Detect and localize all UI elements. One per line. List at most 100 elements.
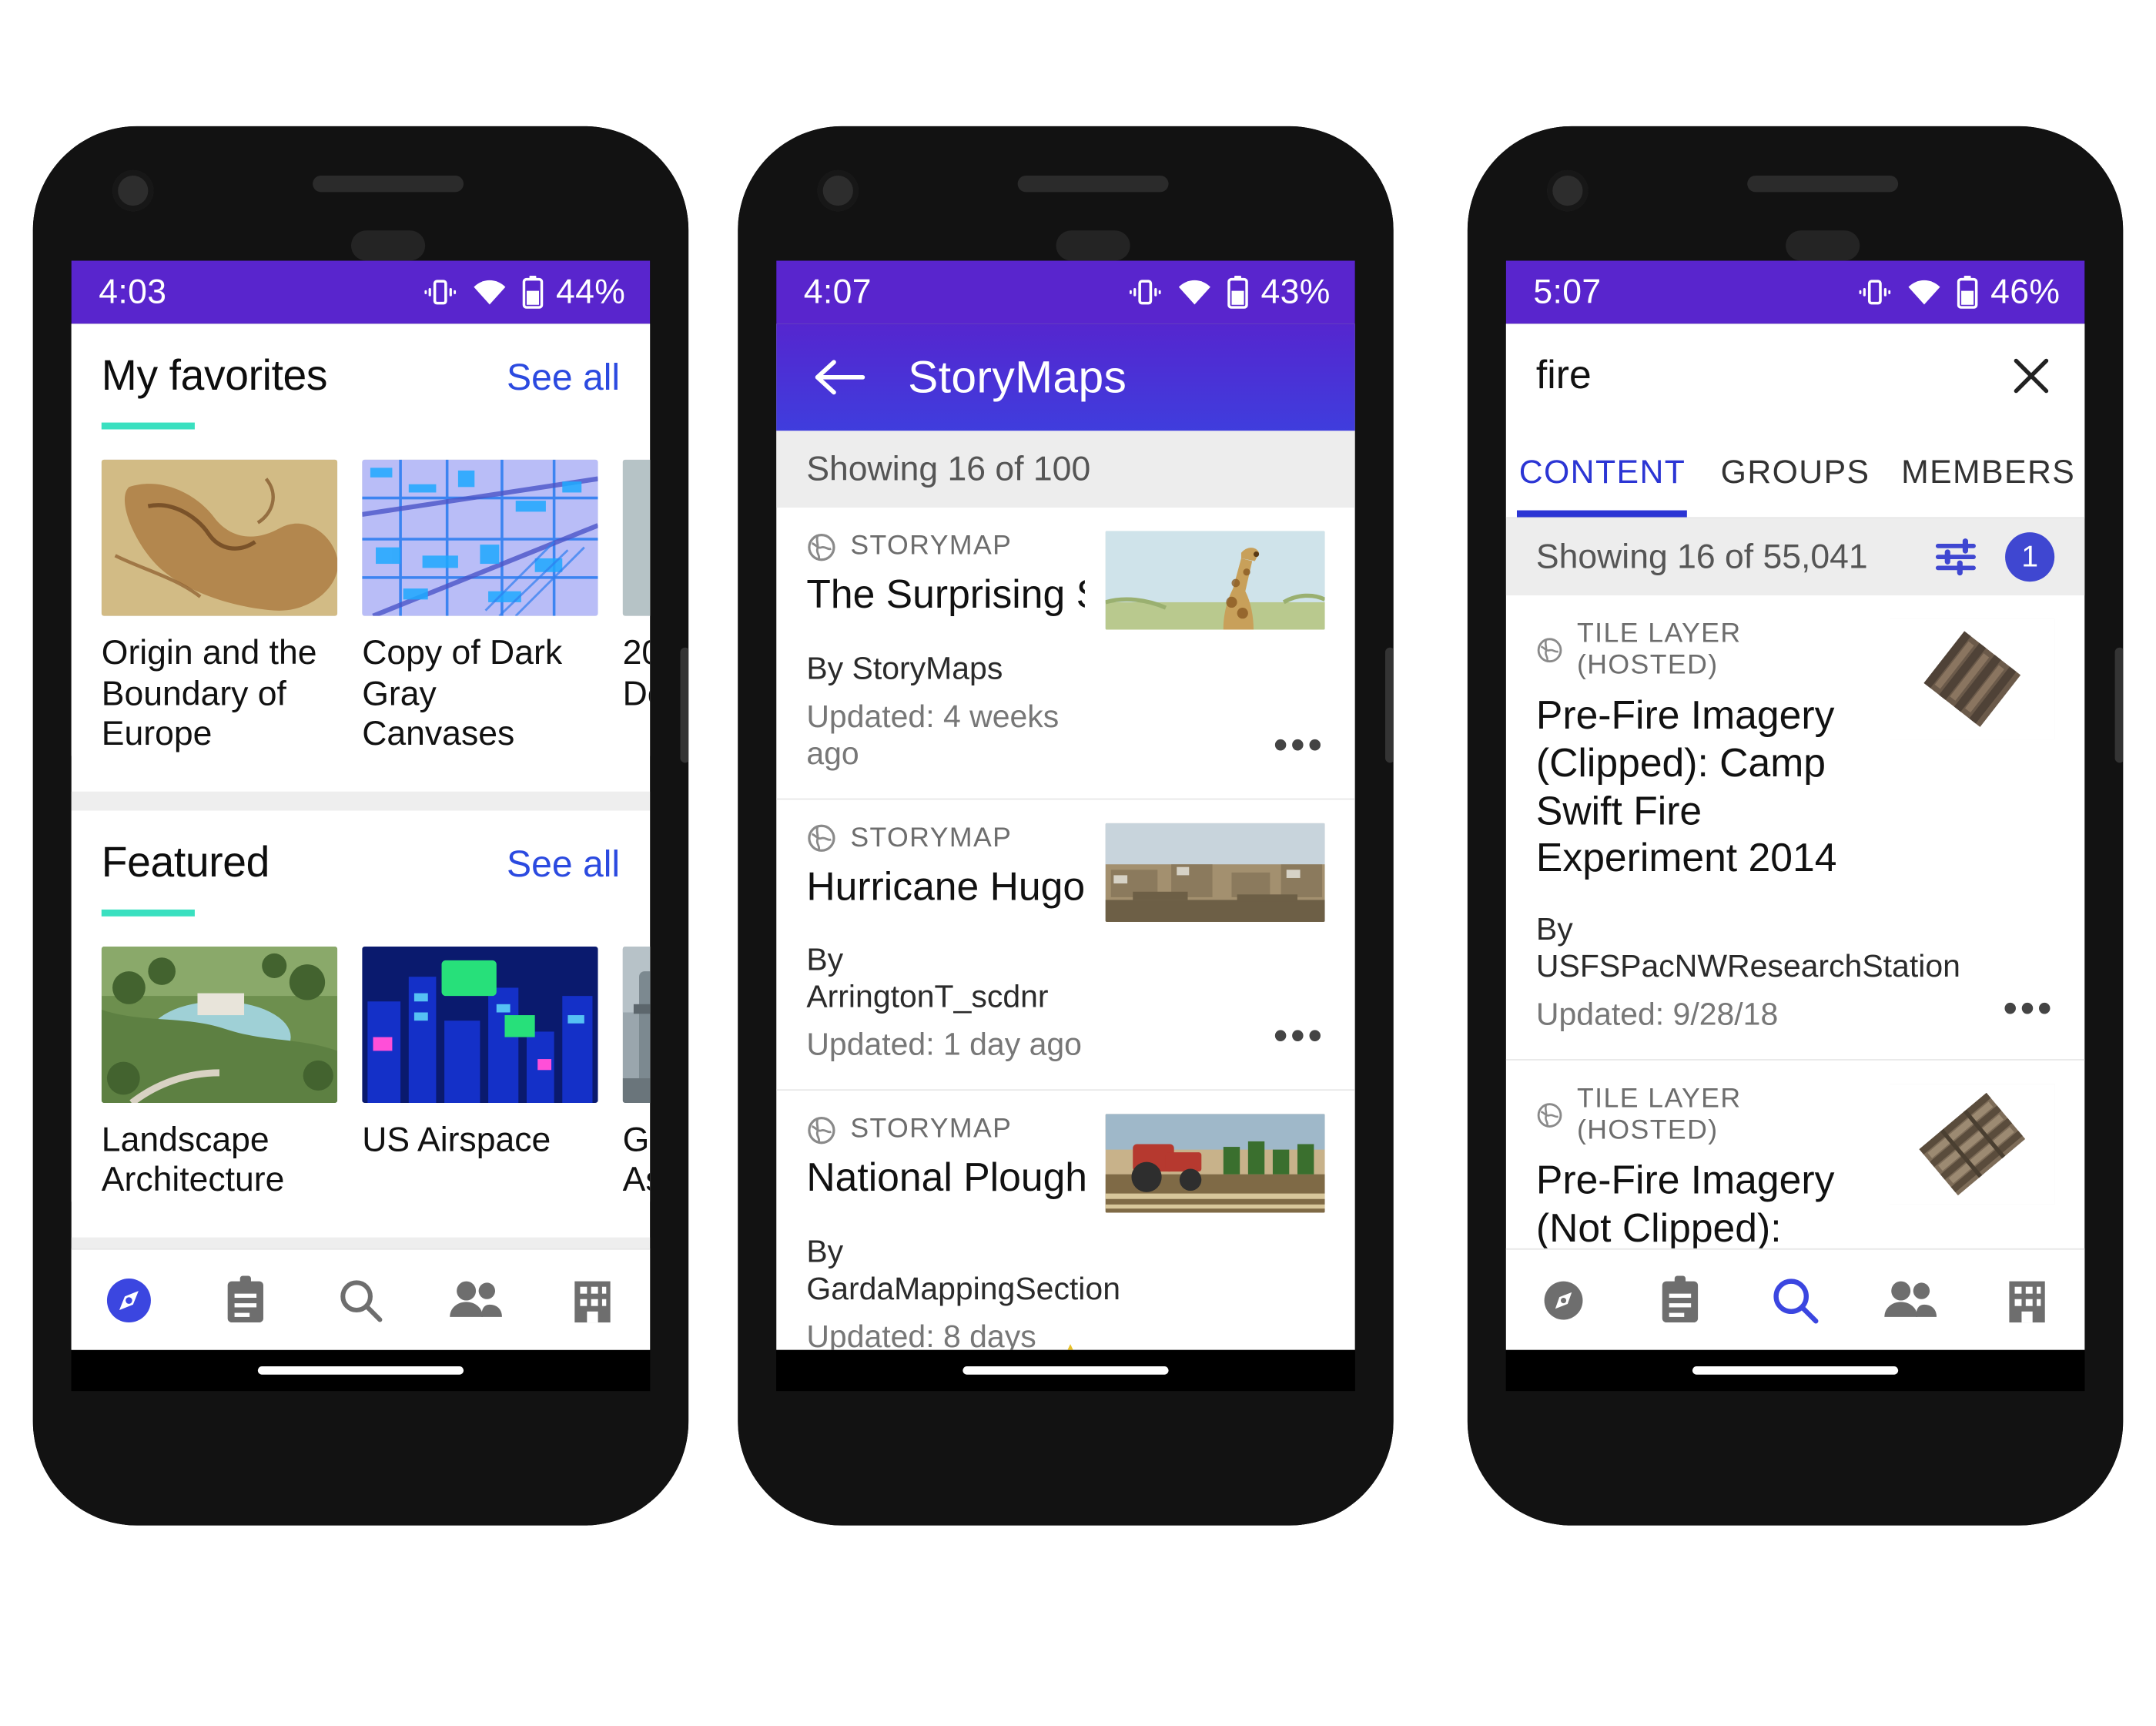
section-featured: Featured See all Landscape Architecture [72,810,651,1201]
list-item[interactable]: STORYMAP Hurricane Hugo By ArringtonT_sc… [776,799,1355,1091]
list-item[interactable]: TILE LAYER (HOSTED) Pre-Fire Imagery (Cl… [1506,595,2085,1061]
tab-content[interactable]: CONTENT [1506,428,1699,518]
featured-card[interactable]: US Airspace [362,946,598,1201]
search-bar: fire [1506,323,2085,427]
old-map-thumbnail [102,460,337,616]
phone-device-1: 4:03 44% My favorites See all [33,126,688,1526]
list-item[interactable]: STORYMAP The Surprising State of Africa’… [776,508,1355,799]
featured-card-title: Gas Utility Assessme [623,1120,651,1201]
item-more-button[interactable]: ••• [1274,1346,1325,1350]
globe-icon [806,531,836,561]
favorite-card-title: Copy of Dark Gray Canvases [362,634,598,756]
filter-sliders-icon[interactable] [1933,536,1983,577]
front-camera [112,170,153,211]
power-button[interactable] [680,648,688,763]
featured-card-title: US Airspace [362,1120,598,1161]
nav-explore[interactable] [72,1272,187,1327]
battery-icon [1957,276,1978,309]
globe-icon [806,1115,836,1145]
power-button[interactable] [2115,648,2124,763]
vibrate-icon [1859,276,1892,309]
gesture-bar [72,1350,651,1391]
favorite-card[interactable]: Origin and the Boundary of Europe [102,460,337,756]
globe-icon [1536,1101,1563,1131]
item-more-button[interactable]: ••• [1274,726,1325,773]
earpiece-speaker [1018,176,1169,192]
search-results-area[interactable]: fire CONTENT GROUPS MEMBERS Showing 16 o… [1506,323,2085,1349]
featured-card[interactable]: Landscape Architecture [102,946,337,1201]
nav-content[interactable] [187,1272,303,1327]
front-camera [818,170,859,211]
wifi-icon [472,279,507,307]
nav-explore[interactable] [1506,1272,1622,1327]
item-type: STORYMAP [806,1114,1085,1146]
nav-groups[interactable] [419,1272,534,1327]
globe-icon [1536,635,1563,665]
tab-members[interactable]: MEMBERS [1892,428,2085,518]
item-type-label: TILE LAYER (HOSTED) [1577,618,1860,682]
building-icon [565,1272,620,1327]
power-button[interactable] [1385,648,1394,763]
status-bar: 5:07 46% [1506,260,2085,323]
proximity-sensor [1786,230,1860,260]
item-title: Hurricane Hugo [806,865,1085,911]
app-bar-title: StoryMaps [908,351,1127,404]
back-arrow-icon[interactable] [812,357,866,397]
favorite-card[interactable]: Copy of Dark Gray Canvases [362,460,598,756]
item-title: Pre-Fire Imagery (Clipped): Camp Swift F… [1536,692,1860,883]
phone-screen-1: 4:03 44% My favorites See all [72,260,651,1391]
aerial-strip-thumbnail [1890,618,2054,739]
aerial-tiles-thumbnail [1890,1084,2054,1205]
vibrate-icon [1130,276,1163,309]
search-input[interactable]: fire [1536,354,2008,399]
item-updated: Updated: 1 day ago [806,1027,1082,1064]
status-time: 4:07 [804,273,872,313]
item-type: TILE LAYER (HOSTED) [1536,618,1860,682]
see-all-link[interactable]: See all [507,357,620,399]
clipboard-icon [1653,1272,1706,1327]
item-author: By USFSPacNWResearchStation [1536,911,1860,985]
featured-card-title: Landscape Architecture [102,1120,337,1201]
proximity-sensor [351,230,425,260]
list-item[interactable]: STORYMAP National Ploughing Championship… [776,1091,1355,1349]
search-tabs: CONTENT GROUPS MEMBERS [1506,428,2085,519]
search-icon [333,1272,388,1327]
aerial-park-thumbnail [102,946,337,1102]
nav-organization[interactable] [534,1272,650,1327]
tab-groups[interactable]: GROUPS [1699,428,1892,518]
nav-groups[interactable] [1853,1272,1969,1327]
see-all-link[interactable]: See all [507,843,620,886]
storymaps-list-area[interactable]: StoryMaps Showing 16 of 100 STORYMAP The… [776,323,1355,1349]
phone-screen-2: 4:07 43% StoryMaps Showing 16 of 100 STO… [776,260,1355,1391]
nav-search[interactable] [303,1272,418,1327]
compass-icon [1536,1272,1591,1327]
section-my-favorites: My favorites See all Origin and the Boun… [72,323,651,755]
item-updated: Updated: 4 weeks ago [806,698,1085,772]
section-title: My favorites [102,351,327,400]
status-bar: 4:07 43% [776,260,1355,323]
favorite-card[interactable]: 2016 US Demogra [623,460,651,756]
battery-percentage: 46% [1990,273,2060,313]
section-underline [102,423,195,430]
nav-search[interactable] [1737,1271,1853,1329]
close-icon[interactable] [2008,353,2055,400]
featured-card[interactable]: Gas Utility Assessme [623,946,651,1201]
hurricane-damage-photo-thumbnail [1106,823,1325,921]
screenshot-stage: 4:03 44% My favorites See all [0,0,2156,1726]
phone-device-2: 4:07 43% StoryMaps Showing 16 of 100 STO… [738,126,1393,1526]
nav-organization[interactable] [1969,1272,2084,1327]
item-more-button[interactable]: ••• [2003,990,2054,1034]
clipboard-icon [219,1272,271,1327]
home-scroll-area[interactable]: My favorites See all Origin and the Boun… [72,323,651,1349]
phone-device-3: 5:07 46% fire CONTENT GROUPS MEMBERS Sho… [1468,126,2123,1526]
battery-icon [523,276,544,309]
giraffe-photo-thumbnail [1106,531,1325,629]
phone-screen-3: 5:07 46% fire CONTENT GROUPS MEMBERS Sho… [1506,260,2085,1391]
front-camera [1547,170,1588,211]
nav-content[interactable] [1622,1272,1737,1327]
item-updated: Updated: 9/28/18 [1536,996,1778,1033]
favorite-card-title: Origin and the Boundary of Europe [102,634,337,756]
item-type: STORYMAP [806,823,1085,854]
item-more-button[interactable]: ••• [1274,1017,1325,1064]
tractor-field-photo-thumbnail [1106,1114,1325,1213]
